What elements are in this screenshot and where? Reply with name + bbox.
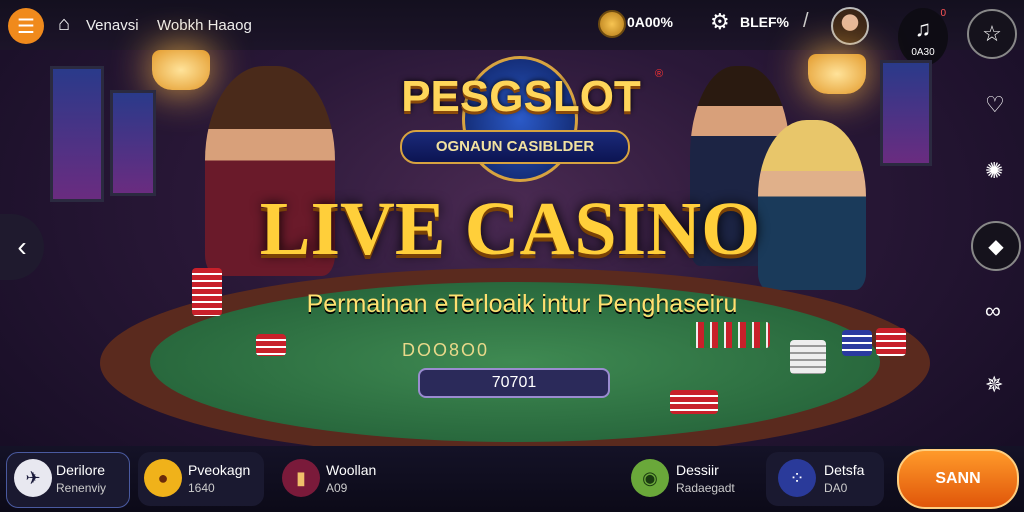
chip-stack [790, 340, 826, 374]
avatar[interactable] [831, 7, 869, 45]
menu-button[interactable]: ☰ [8, 8, 44, 44]
wallet-icon[interactable]: ▮ [282, 459, 320, 497]
diamond-icon: ◆ [988, 235, 1004, 258]
chevron-left-icon: ‹ [17, 231, 27, 262]
link-icon[interactable]: ∞ [985, 298, 1001, 324]
chip-stack [256, 334, 286, 356]
logo-text: PESGSLOT [401, 72, 641, 121]
hero-title: LIVE CASINO [259, 187, 761, 271]
side-action-button[interactable]: ◆ [971, 221, 1021, 271]
ceiling-lamp [152, 50, 210, 90]
wall-screen [880, 60, 932, 166]
bottom-item-sub: 1640 [188, 481, 215, 495]
prev-arrow-button[interactable]: ‹ [0, 214, 44, 280]
hamburger-icon: ☰ [17, 15, 35, 38]
chip-stack [842, 330, 872, 356]
wall-screen [110, 90, 156, 196]
nav-link[interactable]: Wobkh Haaog [157, 17, 252, 34]
chip-stack [876, 328, 906, 356]
bottom-item-label: Detsfa [824, 462, 865, 478]
settings-icon[interactable]: ✺ [985, 158, 1003, 184]
notification-button[interactable]: ♫ 0A30 0 [898, 8, 948, 66]
brand-text[interactable]: Venavsi [86, 17, 139, 34]
divider: / [803, 10, 809, 32]
notification-icon: ♫ [914, 16, 932, 41]
pot-display[interactable]: 70701 [418, 368, 610, 398]
bottom-item-sub: Renenviy [56, 481, 107, 495]
bottom-item-sub: DA0 [824, 481, 848, 495]
wall-screen [50, 66, 104, 202]
brand-logo-icon: ⌂ [58, 13, 71, 35]
chip-stack [690, 322, 770, 348]
chat-bubble-icon: ● [144, 459, 182, 497]
ceiling-lamp [808, 54, 866, 94]
stat-value: BLEF% [740, 14, 789, 30]
share-icon: ✈ [14, 459, 52, 497]
heart-icon[interactable]: ♡ [985, 92, 1005, 118]
coin-icon [598, 10, 626, 38]
hero-subtitle: Permainan eTerloaik intur Penghaseiru [306, 290, 738, 318]
star-icon: ☆ [982, 21, 1002, 46]
chip-stack [192, 268, 222, 316]
sparkle-icon[interactable]: ✵ [985, 372, 1003, 398]
coin-balance: 0A00% [627, 14, 673, 30]
notification-count: 0A30 [911, 47, 935, 58]
dots-icon: ⁘ [778, 459, 816, 497]
bottom-item-label: Woollan [326, 462, 377, 478]
bottom-item-sub: A09 [326, 481, 348, 495]
notification-dot: 0 [940, 8, 946, 19]
gear-icon[interactable]: ⚙ [710, 9, 730, 35]
registered-mark: ® [655, 68, 664, 80]
favorite-button[interactable]: ☆ [967, 9, 1017, 59]
bottom-item-label: Dessiir [676, 462, 719, 478]
felt-label: DOO8O0 [402, 340, 490, 360]
cta-button[interactable]: SANN [897, 449, 1019, 509]
chip-stack [670, 390, 718, 414]
bottom-item-label: Derilore [56, 462, 106, 478]
top-bar [0, 0, 1024, 50]
bottom-item-label: Pveokagn [188, 462, 251, 478]
logo-subtitle: OGNAUN CASIBLDER [400, 130, 630, 164]
player-woman [758, 120, 866, 290]
bottom-item-sub: Radaegadt [676, 481, 735, 495]
chip-icon[interactable]: ◉ [631, 459, 669, 497]
